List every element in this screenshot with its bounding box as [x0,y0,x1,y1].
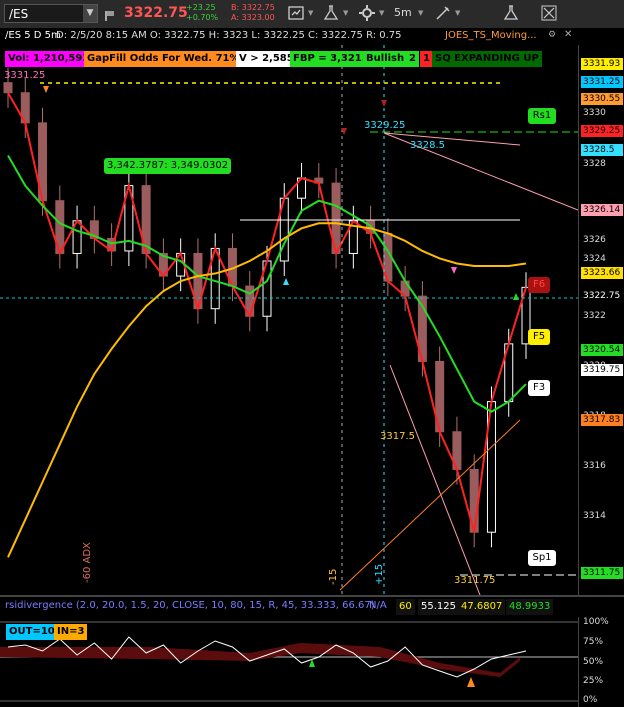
chevron-down-icon[interactable]: ▼ [343,9,348,17]
axis-tick: 3324 [583,254,606,264]
net-change: +23.25 [186,3,216,12]
out-label: OUT=10 [6,624,58,640]
price-tag: 3323.66 [581,267,623,279]
bar-ohlc-detail: D: 2/5/20 8:15 AM O: 3322.75 H: 3323 L: … [56,30,402,41]
gear-icon[interactable] [356,4,378,24]
axis-tick: 50% [583,657,604,667]
study-value: 48.9933 [506,599,554,615]
symbol-text: /ES [9,7,29,21]
level-range-label: 3,342.3787: 3,349.0302 [104,158,232,174]
drawing-tools-icon[interactable] [432,4,454,24]
price-chart[interactable]: Vol: 1,210,593 GapFill Odds For Wed. 71%… [0,45,578,595]
squeeze-label: SQ EXPANDING UP [432,51,542,67]
price-tag: 3322.75 [581,290,623,302]
trend-line [383,132,521,146]
signal-count-green: 2 [406,51,419,67]
chevron-down-icon[interactable]: ▼ [455,9,460,17]
price-chart-svg [0,45,578,595]
pct-change: +0.70% [186,13,219,22]
rs1-label: Rs1 [528,108,556,124]
axis-tick: 3316 [583,461,606,471]
f6-label: F6 [528,277,550,293]
axis-tick: 25% [583,676,604,686]
chevron-down-icon[interactable]: ▼ [83,5,97,22]
adx-label: -60 ADX [82,542,93,583]
save-chart-icon[interactable] [285,4,307,24]
chevron-down-icon[interactable]: ▼ [418,9,423,17]
up-arrow-icon [283,278,289,285]
study-value: 55.125 [418,599,459,615]
gapfill-label: GapFill Odds For Wed. 71% [84,51,243,67]
last-price: 3322.75 [124,5,188,21]
candle-body [3,82,13,94]
axis-tick: 3314 [583,511,606,521]
axis-tick: 3326 [583,235,606,245]
down-arrow-icon [43,86,49,93]
flask-icon[interactable] [320,4,342,24]
price-tag: 3320.54 [581,344,623,356]
down-arrow-icon [381,100,387,107]
price-tag: 3317.83 [581,414,623,426]
chart-info-bar: /ES 5 D 5m D: 2/5/20 8:15 AM O: 3322.75 … [0,28,624,45]
price-tag: 3311.75 [581,567,623,579]
f5-label: F5 [528,329,550,345]
down-arrow-icon [451,267,457,274]
price-tag: 3329.25 [581,125,623,137]
study-value-na: N/A [369,600,387,611]
axis-tick: 3328 [583,159,606,169]
trend-line [389,364,481,595]
plus15-label: +15 [374,563,385,585]
chart-symbol-label: /ES 5 D 5m [5,30,61,41]
level-3329-label: 3329.25 [364,120,406,131]
axis-tick: 0% [583,695,598,705]
price-tag: 3330.55 [581,93,623,105]
price-tag: 3331.25 [581,76,623,88]
level-3328-label: 3328.5 [410,140,445,151]
high-price-label: 3331.25 [4,70,46,81]
axis-tick: 3322 [583,311,606,321]
in-label: IN=3 [54,624,88,640]
study-name: JOES_TS_Moving... [445,30,537,41]
volume-label: Vol: 1,210,593 [5,51,93,67]
price-tag: 3331.93 [581,58,623,70]
price-tag: 3326.14 [581,204,623,216]
volume-threshold-label: V > 2,585 [236,51,297,67]
flag-icon[interactable] [104,7,116,21]
chevron-down-icon[interactable]: ▼ [308,9,313,17]
bullish-label: Bullish [363,51,408,67]
price-axis[interactable]: 3330 3328 3326 3324 3322 3320 3318 3316 … [578,45,624,595]
f3-label: F3 [528,380,550,396]
candles-layer [3,67,531,548]
rsi-divergence-pane[interactable]: OUT=10 IN=3 [0,617,578,707]
up-arrow-icon [467,677,475,687]
minus15-label: -15 [328,568,339,585]
chevron-down-icon[interactable]: ▼ [379,9,384,17]
percent-axis: 100% 75% 50% 25% 0% [578,617,624,707]
price-tag: 3328.5 [581,144,623,156]
study-title: rsidivergence (2.0, 20.0, 1.5, 20, CLOSE… [5,600,375,611]
interval-selector[interactable]: 5m [394,6,412,19]
study-value: 47.6807 [458,599,506,615]
study-header: rsidivergence (2.0, 20.0, 1.5, 20, CLOSE… [0,597,578,616]
collapse-icon[interactable] [538,4,560,24]
sp1-label: Sp1 [528,550,556,566]
level-3317-label: 3317.5 [380,431,415,442]
ask-price: A: 3323.00 [231,13,275,22]
up-arrow-icon [513,293,519,300]
symbol-input[interactable]: /ES ▼ [4,4,98,23]
study-value: 60 [396,599,415,615]
axis-tick: 3330 [583,108,606,118]
axis-tick: 100% [583,617,609,627]
price-tag: 3319.75 [581,364,623,376]
flask-bidask-icon[interactable] [500,4,522,24]
close-icon[interactable]: ✕ [564,29,572,40]
low-price-label: 3311.75 [454,575,496,586]
toolbar: /ES ▼ 3322.75 +23.25 +0.70% B: 3322.75 A… [0,0,624,29]
axis-tick: 75% [583,637,604,647]
bid-price: B: 3322.75 [231,3,275,12]
settings-icon[interactable]: ⚙ [548,30,556,40]
